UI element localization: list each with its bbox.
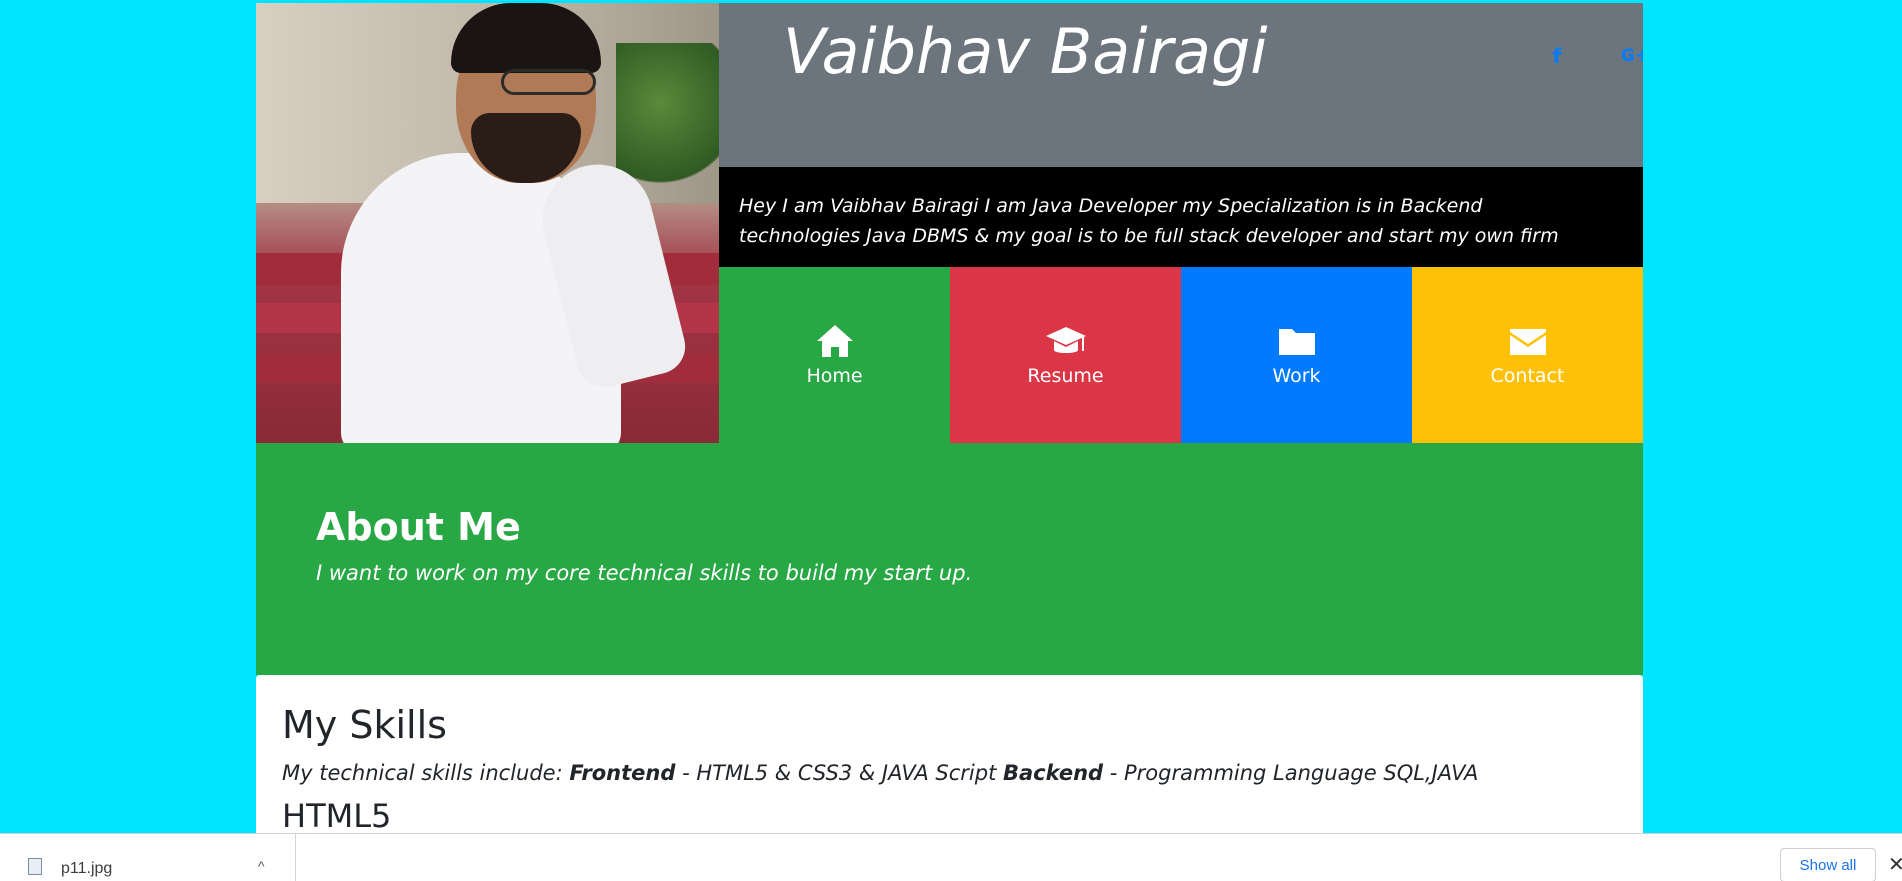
skills-section: My Skills My technical skills include: F… bbox=[256, 675, 1643, 833]
google-plus-icon[interactable]: G+ bbox=[1615, 39, 1643, 73]
intro-text: Hey I am Vaibhav Bairagi I am Java Devel… bbox=[719, 167, 1643, 267]
nav-resume-tile[interactable]: Resume bbox=[950, 267, 1181, 443]
nav-home-label: Home bbox=[806, 365, 863, 387]
site-title: Vaibhav Bairagi bbox=[783, 15, 1268, 88]
nav-resume-label: Resume bbox=[1027, 365, 1104, 387]
profile-photo bbox=[256, 3, 719, 443]
skill-subheading: HTML5 bbox=[282, 797, 392, 833]
show-all-button[interactable]: Show all bbox=[1780, 848, 1876, 881]
portfolio-page: Vaibhav Bairagi f G+ in ▶ Hey I am Vaibh… bbox=[256, 3, 1643, 833]
nav-home-tile[interactable]: Home bbox=[719, 267, 950, 443]
title-bar: Vaibhav Bairagi f G+ in ▶ bbox=[719, 3, 1643, 167]
nav-work-label: Work bbox=[1272, 365, 1321, 387]
folder-icon bbox=[1278, 329, 1315, 355]
about-section: About Me I want to work on my core techn… bbox=[256, 443, 1643, 675]
nav-contact-label: Contact bbox=[1490, 365, 1565, 387]
download-item[interactable]: p11.jpg ^ bbox=[0, 834, 296, 881]
download-bar: p11.jpg ^ Show all ✕ bbox=[0, 833, 1902, 881]
chevron-up-icon[interactable]: ^ bbox=[258, 858, 265, 874]
nav-contact-tile[interactable]: Contact bbox=[1412, 267, 1643, 443]
graduation-cap-icon bbox=[1045, 327, 1086, 353]
skills-text: My technical skills include: Frontend - … bbox=[282, 761, 1479, 785]
close-icon[interactable]: ✕ bbox=[1888, 852, 1902, 877]
about-text: I want to work on my core technical skil… bbox=[316, 561, 973, 585]
about-heading: About Me bbox=[316, 505, 521, 549]
home-icon bbox=[816, 325, 853, 357]
nav-work-tile[interactable]: Work bbox=[1181, 267, 1412, 443]
envelope-icon bbox=[1509, 329, 1546, 355]
image-file-icon bbox=[28, 858, 42, 875]
download-file-name: p11.jpg bbox=[61, 860, 113, 877]
skills-heading: My Skills bbox=[282, 703, 447, 747]
facebook-icon[interactable]: f bbox=[1537, 39, 1577, 73]
